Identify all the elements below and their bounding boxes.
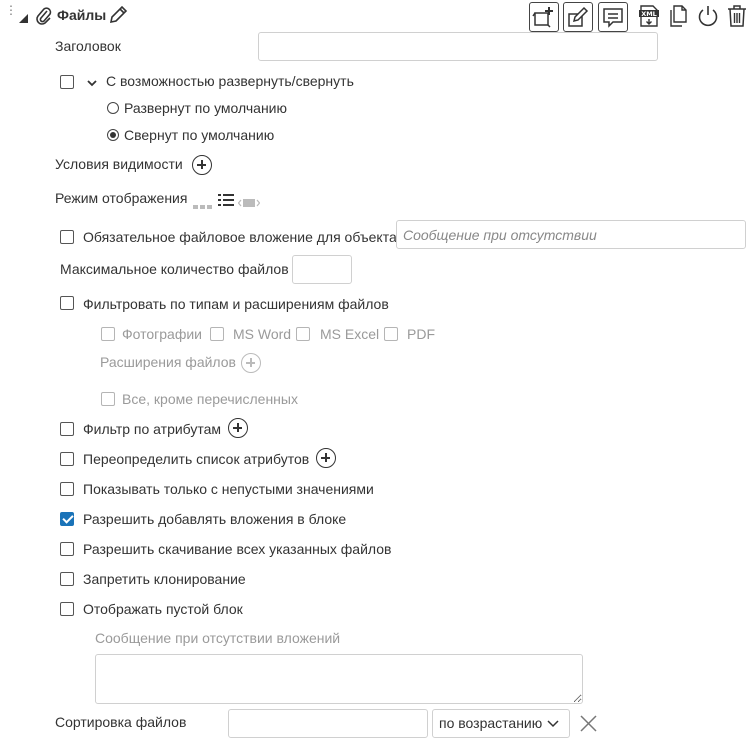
- extensions-label: Расширения файлов: [100, 354, 236, 370]
- xml-export-button[interactable]: XML: [637, 4, 661, 28]
- allow-add-attachments-checkbox[interactable]: [60, 512, 74, 526]
- trash-icon: [728, 5, 746, 27]
- visibility-label: Условия видимости: [55, 156, 183, 172]
- add-extension-icon[interactable]: [241, 353, 261, 373]
- comment-icon: [603, 8, 623, 28]
- forbid-cloning-label: Запретить клонирование: [83, 571, 246, 587]
- expand-checkbox[interactable]: [60, 75, 74, 89]
- add-attribute-filter-icon[interactable]: [228, 418, 248, 438]
- mandatory-checkbox[interactable]: [60, 230, 74, 244]
- chevron-down-icon: [547, 720, 559, 728]
- sort-label: Сортировка файлов: [55, 714, 187, 730]
- max-files-label: Максимальное количество файлов: [60, 261, 289, 277]
- type-excel-checkbox[interactable]: [296, 327, 310, 341]
- max-files-input[interactable]: [292, 255, 352, 284]
- collapse-triangle-icon[interactable]: [19, 10, 28, 26]
- block-title: Файлы: [57, 7, 107, 23]
- edit-block-button[interactable]: [563, 2, 593, 32]
- attribute-filter-checkbox[interactable]: [60, 422, 74, 436]
- sort-order-select[interactable]: по возрастанию: [432, 709, 570, 738]
- override-attributes-label: Переопределить список атрибутов: [83, 451, 310, 467]
- chevron-down-icon[interactable]: [86, 75, 98, 91]
- radio-collapsed-label: Свернут по умолчанию: [124, 127, 275, 143]
- type-pdf-checkbox[interactable]: [384, 327, 398, 341]
- filter-types-checkbox[interactable]: [60, 296, 74, 310]
- sort-field-input[interactable]: [228, 709, 428, 738]
- show-empty-block-label: Отображать пустой блок: [83, 601, 243, 617]
- power-button[interactable]: [696, 4, 720, 28]
- expand-label: С возможностью развернуть/свернуть: [106, 73, 354, 89]
- mandatory-label: Обязательное файловое вложение для объек…: [83, 229, 397, 245]
- type-pdf-label: PDF: [407, 326, 435, 342]
- nonempty-only-label: Показывать только с непустыми значениями: [83, 481, 374, 497]
- type-excel-label: MS Excel: [320, 326, 380, 342]
- allow-download-all-checkbox[interactable]: [60, 542, 74, 556]
- override-attributes-checkbox[interactable]: [60, 452, 74, 466]
- empty-message-textarea[interactable]: [95, 654, 583, 704]
- display-mode-carousel-icon[interactable]: [237, 195, 261, 211]
- xml-label: XML: [641, 10, 657, 18]
- power-icon: [698, 6, 718, 27]
- nonempty-only-checkbox[interactable]: [60, 482, 74, 496]
- delete-button[interactable]: [725, 4, 749, 28]
- except-listed-checkbox[interactable]: [101, 392, 115, 406]
- radio-expanded-default[interactable]: [107, 102, 119, 114]
- allow-add-attachments-label: Разрешить добавлять вложения в блоке: [83, 511, 347, 527]
- xml-export-icon: XML: [639, 5, 659, 27]
- type-word-checkbox[interactable]: [210, 327, 224, 341]
- edit-pencil-icon[interactable]: [108, 5, 128, 28]
- attribute-filter-label: Фильтр по атрибутам: [83, 421, 222, 437]
- clear-sort-icon[interactable]: [580, 715, 597, 735]
- display-mode-label: Режим отображения: [55, 190, 188, 206]
- paperclip-icon: [35, 6, 53, 29]
- mandatory-message-input[interactable]: [396, 220, 746, 249]
- radio-expanded-label: Развернут по умолчанию: [124, 100, 288, 116]
- add-visibility-condition-icon[interactable]: [192, 155, 212, 175]
- title-input[interactable]: [258, 32, 658, 61]
- show-empty-block-checkbox[interactable]: [60, 602, 74, 616]
- add-attribute-override-icon[interactable]: [316, 448, 336, 468]
- edit-block-icon: [568, 6, 589, 27]
- allow-download-all-label: Разрешить скачивание всех указанных файл…: [83, 541, 392, 557]
- filter-types-label: Фильтровать по типам и расширениям файло…: [83, 296, 389, 312]
- radio-collapsed-default[interactable]: [107, 129, 119, 141]
- except-listed-label: Все, кроме перечисленных: [122, 391, 298, 407]
- display-mode-list-icon[interactable]: [218, 193, 234, 210]
- title-label: Заголовок: [55, 38, 121, 54]
- type-photo-label: Фотографии: [122, 326, 203, 342]
- type-photo-checkbox[interactable]: [101, 327, 115, 341]
- copy-icon: [670, 5, 687, 27]
- type-word-label: MS Word: [233, 326, 292, 342]
- drag-handle-icon[interactable]: ⋮: [5, 4, 17, 24]
- add-block-icon: [532, 7, 553, 28]
- empty-message-label: Сообщение при отсутствии вложений: [95, 630, 341, 646]
- display-mode-tiles-icon[interactable]: [193, 197, 213, 213]
- forbid-cloning-checkbox[interactable]: [60, 572, 74, 586]
- sort-order-value: по возрастанию: [439, 715, 543, 731]
- copy-button[interactable]: [666, 4, 690, 28]
- add-block-button[interactable]: [529, 2, 559, 32]
- comment-button[interactable]: [598, 2, 628, 32]
